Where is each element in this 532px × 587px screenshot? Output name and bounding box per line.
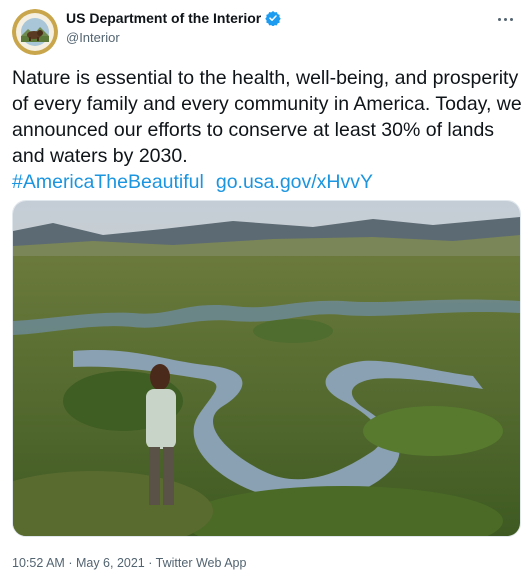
tweet-date[interactable]: May 6, 2021	[76, 556, 145, 570]
tweet-text: Nature is essential to the health, well-…	[12, 65, 522, 195]
tweet-source[interactable]: Twitter Web App	[156, 556, 247, 570]
tweet-metadata: 10:52 AM · May 6, 2021 · Twitter Web App	[12, 556, 246, 570]
tweet-photo[interactable]	[12, 200, 521, 537]
url-link[interactable]: go.usa.gov/xHvvY	[216, 171, 373, 193]
hashtag-link[interactable]: #AmericaTheBeautiful	[12, 171, 204, 193]
landscape-photo-icon	[13, 201, 520, 536]
account-name[interactable]: US Department of the Interior	[66, 10, 261, 26]
more-options-icon[interactable]	[494, 10, 516, 28]
tweet-time[interactable]: 10:52 AM	[12, 556, 65, 570]
account-name-row[interactable]: US Department of the Interior	[66, 10, 281, 27]
separator: ·	[68, 556, 73, 570]
avatar[interactable]	[12, 9, 58, 55]
account-handle[interactable]: @Interior	[66, 30, 120, 45]
tweet-links: #AmericaTheBeautiful go.usa.gov/xHvvY	[12, 169, 522, 195]
separator: ·	[148, 556, 153, 570]
department-seal-icon	[12, 9, 58, 55]
verified-badge-icon	[265, 10, 281, 27]
tweet-body: Nature is essential to the health, well-…	[12, 67, 522, 167]
